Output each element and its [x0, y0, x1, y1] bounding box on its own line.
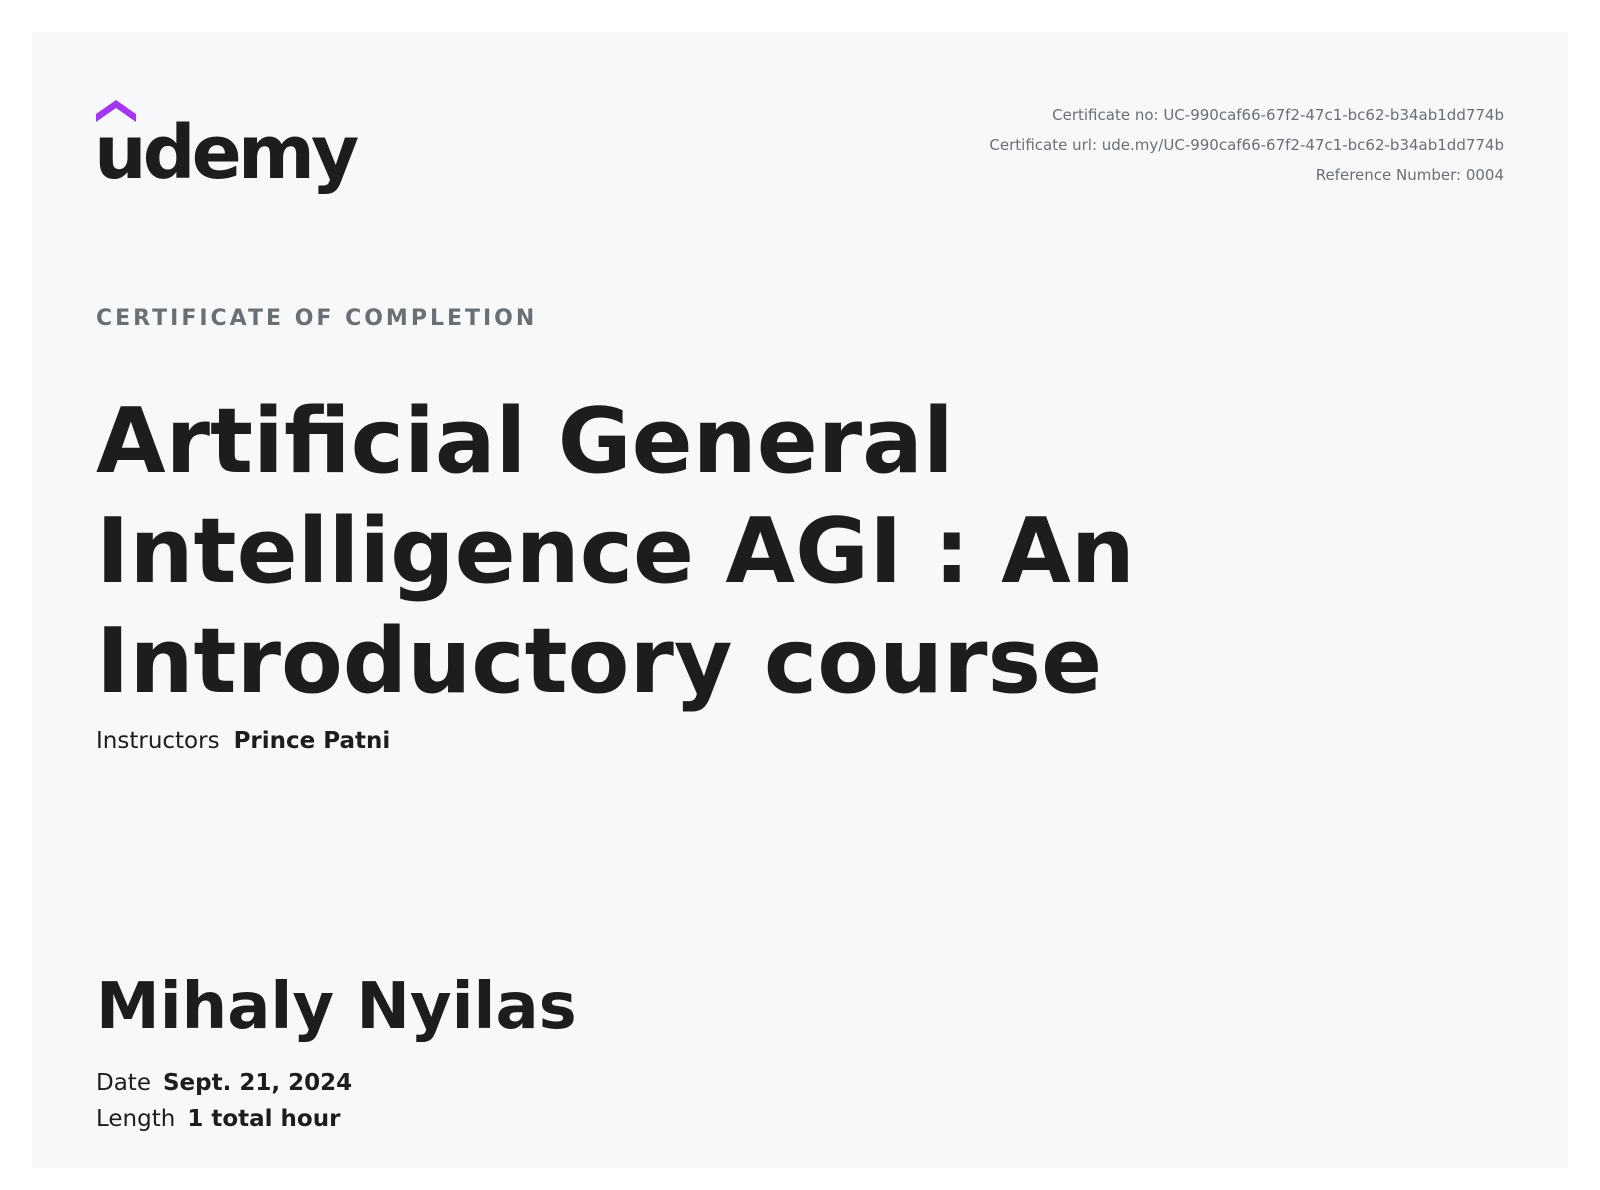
- certificate-meta: Certificate no: UC-990caf66-67f2-47c1-bc…: [989, 100, 1504, 190]
- reference-number: Reference Number: 0004: [1315, 166, 1504, 184]
- length-line: Length 1 total hour: [96, 1106, 340, 1132]
- recipient-name: Mihaly Nyilas: [96, 970, 577, 1044]
- certificate-kicker: CERTIFICATE OF COMPLETION: [96, 306, 538, 331]
- date-line: Date Sept. 21, 2024: [96, 1070, 352, 1096]
- instructors-label: Instructors: [96, 728, 220, 754]
- date-value: Sept. 21, 2024: [162, 1070, 353, 1096]
- instructors-line: Instructors Prince Patni: [96, 728, 390, 754]
- length-value: 1 total hour: [187, 1106, 341, 1132]
- instructor-name: Prince Patni: [233, 728, 391, 754]
- udemy-logo: udemy: [96, 92, 366, 202]
- length-label: Length: [96, 1106, 176, 1132]
- date-label: Date: [96, 1070, 151, 1096]
- certificate-page: udemy Certificate no: UC-990caf66-67f2-4…: [32, 32, 1568, 1168]
- svg-text:udemy: udemy: [96, 110, 358, 196]
- course-title: Artificial General Intelligence AGI : An…: [96, 389, 1135, 714]
- certificate-number: Certificate no: UC-990caf66-67f2-47c1-bc…: [1052, 106, 1504, 124]
- certificate-url: Certificate url: ude.my/UC-990caf66-67f2…: [989, 136, 1504, 154]
